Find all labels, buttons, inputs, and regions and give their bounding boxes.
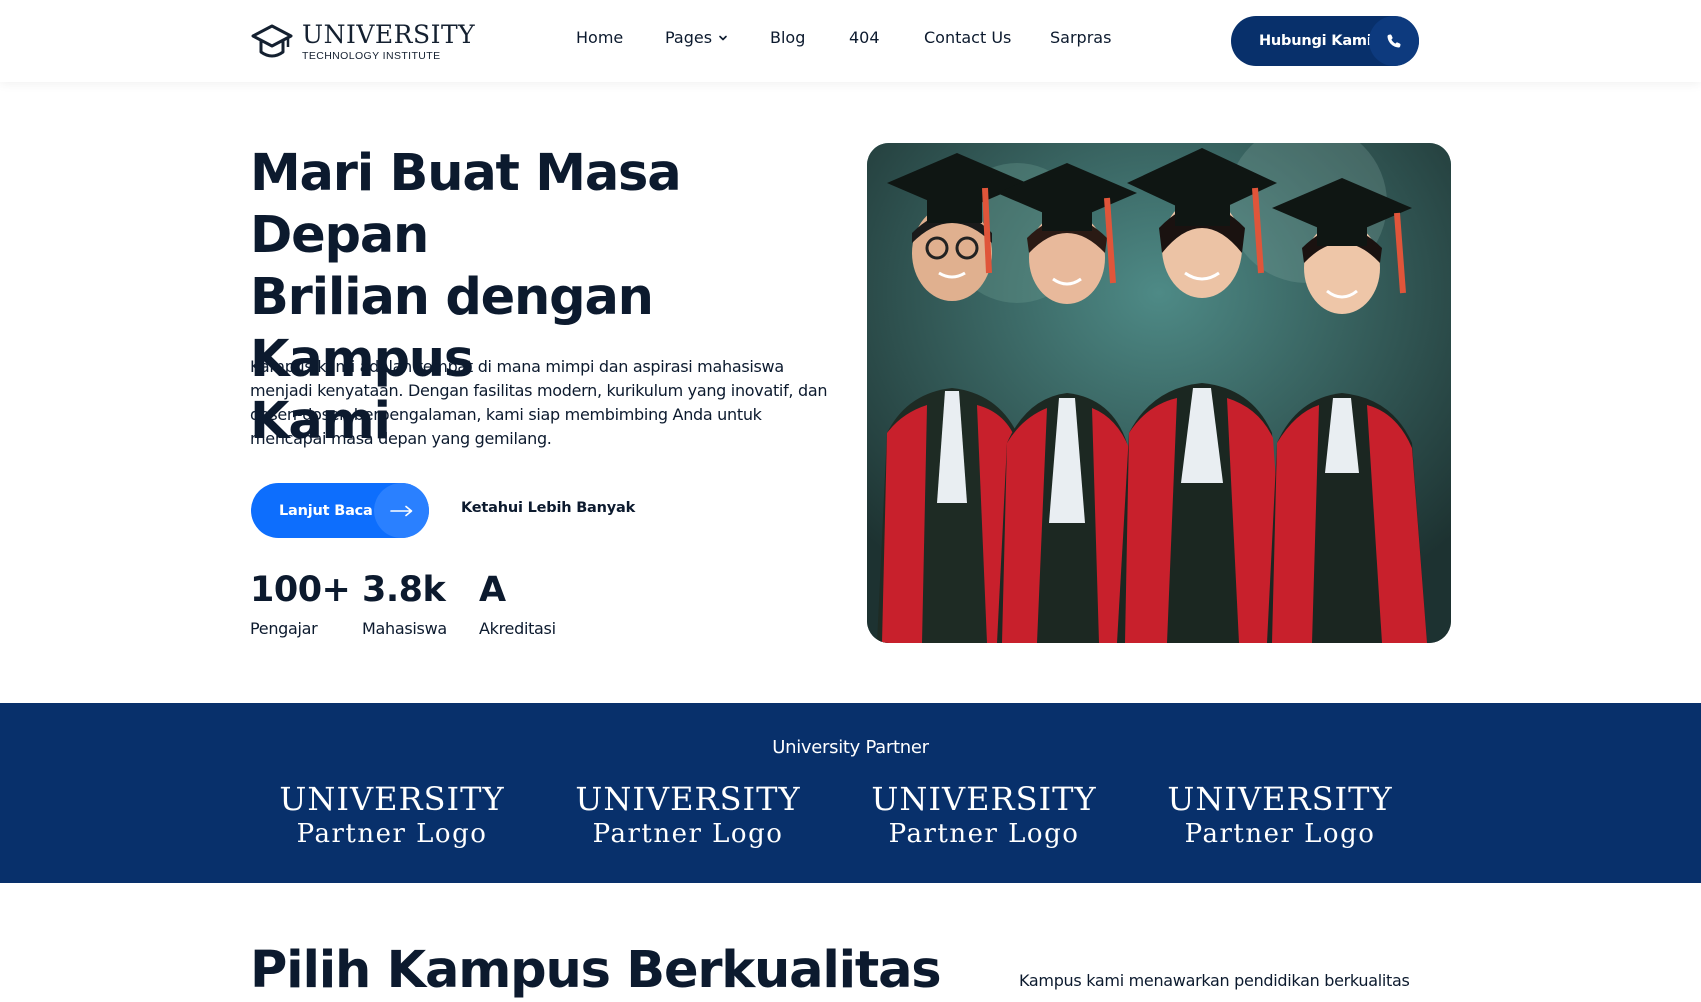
partner-logo-line2: Partner Logo (592, 819, 784, 849)
stat-value: 100+ (250, 570, 351, 610)
hero-graduates-photo (867, 143, 1451, 643)
brand-logo[interactable]: UNIVERSITY TECHNOLOGY INSTITUTE (250, 20, 475, 64)
stat-value: 3.8k (362, 570, 446, 610)
stat-label: Akreditasi (479, 619, 556, 638)
contact-us-button[interactable]: Hubungi Kami (1231, 16, 1419, 66)
nav-item-pages[interactable]: Pages (665, 28, 728, 47)
read-more-button-label: Lanjut Baca (279, 502, 373, 519)
partner-logo-line2: Partner Logo (296, 819, 488, 849)
learn-more-link[interactable]: Ketahui Lebih Banyak (461, 500, 635, 516)
nav-item-home[interactable]: Home (576, 28, 623, 47)
stat-value: A (479, 570, 506, 610)
stat-lecturers: 100+ Pengajar (250, 569, 351, 638)
partners-section: University Partner UNIVERSITY Partner Lo… (0, 703, 1701, 883)
hero-description: Kampus kami adalah tempat di mana mimpi … (250, 357, 828, 448)
stat-accreditation: A Akreditasi (479, 569, 556, 638)
stat-label: Pengajar (250, 619, 318, 638)
hero-title-line: Mari Buat Masa Depan (250, 144, 682, 265)
partner-logo-line2: Partner Logo (1184, 819, 1376, 849)
graduates-illustration (867, 143, 1451, 643)
partner-logo: UNIVERSITY Partner Logo (272, 781, 512, 850)
partner-logo-line1: UNIVERSITY (871, 780, 1097, 818)
arrow-right-icon (389, 505, 412, 516)
partners-title: University Partner (772, 737, 929, 758)
nav-item-404[interactable]: 404 (849, 28, 880, 47)
section2-title: Pilih Kampus Berkualitas (250, 941, 942, 1000)
graduation-cap-icon (251, 24, 293, 58)
partner-logo-line1: UNIVERSITY (1167, 780, 1393, 818)
partner-logo-line1: UNIVERSITY (575, 780, 801, 818)
nav-item-sarpras[interactable]: Sarpras (1050, 28, 1111, 47)
partner-logo: UNIVERSITY Partner Logo (864, 781, 1104, 850)
partner-logo: UNIVERSITY Partner Logo (1160, 781, 1400, 850)
nav-item-blog[interactable]: Blog (770, 28, 805, 47)
partner-logo-line2: Partner Logo (888, 819, 1080, 849)
stat-students: 3.8k Mahasiswa (362, 569, 447, 638)
partner-logo: UNIVERSITY Partner Logo (568, 781, 808, 850)
read-more-button[interactable]: Lanjut Baca (251, 483, 429, 538)
site-header: UNIVERSITY TECHNOLOGY INSTITUTE Home Pag… (0, 0, 1701, 82)
phone-icon-wrap (1369, 16, 1419, 66)
arrow-right-icon-wrap (374, 483, 429, 538)
nav-item-contact-us[interactable]: Contact Us (924, 28, 1011, 47)
phone-icon (1387, 34, 1401, 48)
brand-subtitle: TECHNOLOGY INSTITUTE (302, 50, 441, 62)
contact-us-button-label: Hubungi Kami (1259, 33, 1372, 49)
stat-label: Mahasiswa (362, 619, 447, 638)
nav-item-pages-label: Pages (665, 28, 713, 47)
partner-logo-line1: UNIVERSITY (279, 780, 505, 818)
section2-description: Kampus kami menawarkan pendidikan berkua… (1019, 971, 1410, 990)
brand-title: UNIVERSITY (302, 20, 476, 49)
chevron-down-icon (719, 35, 727, 40)
